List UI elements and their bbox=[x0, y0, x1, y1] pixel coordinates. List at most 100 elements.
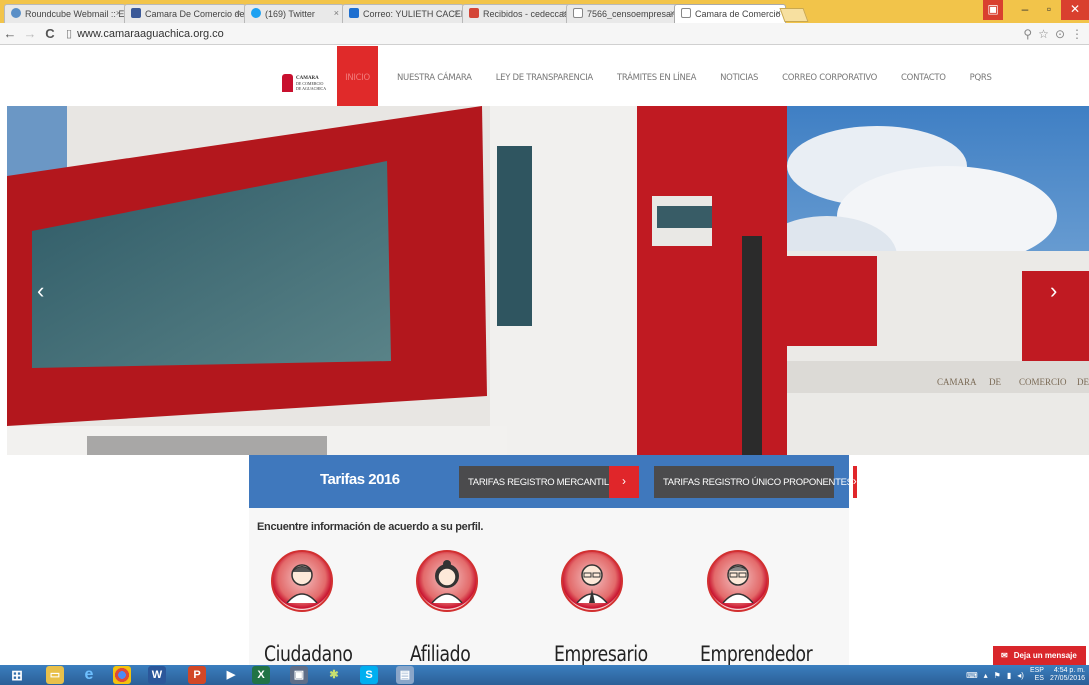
nav-correo-corporativo[interactable]: CORREO CORPORATIVO bbox=[782, 46, 877, 106]
browser-tab[interactable]: 7566_censoempresarialo × bbox=[566, 4, 680, 23]
mail-icon bbox=[349, 8, 359, 18]
windows-taskbar: ⊞ ▭ e W P ▶ X ▣ ✱ S ▤ ⌨ ▴ ⚑ ▮ ◂) ESP ES … bbox=[0, 665, 1089, 685]
hero-carousel: CAMARA DE COMERCIO DE ‹ › bbox=[7, 106, 1089, 455]
hero-sign-text: DE bbox=[1077, 377, 1089, 387]
zoom-icon[interactable]: ⚲ bbox=[1023, 27, 1032, 41]
gmail-icon bbox=[469, 8, 479, 18]
nav-ley-transparencia[interactable]: LEY DE TRANSPARENCIA bbox=[496, 46, 594, 106]
hero-sign-text: DE bbox=[989, 377, 1001, 387]
notepad-icon[interactable]: ▤ bbox=[396, 666, 414, 684]
user-icon[interactable]: ▣ bbox=[983, 0, 1003, 20]
window-controls: ▣ – ▫ ✕ bbox=[983, 0, 1089, 20]
mail-icon: ✉ bbox=[1001, 651, 1008, 660]
word-icon[interactable]: W bbox=[148, 666, 166, 684]
excel-icon[interactable]: X bbox=[252, 666, 270, 684]
bookmark-star-icon[interactable]: ☆ bbox=[1038, 27, 1049, 41]
skype-icon[interactable]: S bbox=[360, 666, 378, 684]
close-tab-icon[interactable]: × bbox=[116, 8, 121, 18]
twitter-icon bbox=[251, 8, 261, 18]
browser-tab[interactable]: Correo: YULIETH CACERE × bbox=[342, 4, 464, 23]
remote-desktop-icon[interactable]: ▣ bbox=[290, 666, 308, 684]
profile-name: Emprendedor bbox=[700, 642, 813, 666]
logo-text: CAMARA DE COMERCIO DE AGUACHICA bbox=[296, 76, 327, 91]
profiles-heading: Encuentre información de acuerdo a su pe… bbox=[257, 521, 484, 533]
powerpoint-icon[interactable]: P bbox=[188, 666, 206, 684]
chevron-right-icon: › bbox=[852, 466, 857, 498]
system-tray: ⌨ ▴ ⚑ ▮ ◂) ESP ES 4:54 p. m. 27/05/2016 bbox=[966, 665, 1089, 685]
carousel-next-arrow[interactable]: › bbox=[1050, 278, 1057, 304]
volume-icon[interactable]: ◂) bbox=[1017, 671, 1024, 680]
clock[interactable]: 4:54 p. m. 27/05/2016 bbox=[1050, 667, 1085, 683]
roundcube-icon bbox=[11, 8, 21, 18]
tarifas-banner: Tarifas 2016 TARIFAS REGISTRO MERCANTIL … bbox=[249, 455, 857, 508]
tarifas-proponentes-button[interactable]: TARIFAS REGISTRO ÚNICO PROPONENTES › bbox=[654, 466, 857, 498]
close-window-button[interactable]: ✕ bbox=[1061, 0, 1089, 20]
flag-icon[interactable]: ⚑ bbox=[994, 671, 1001, 680]
businessman-avatar-icon bbox=[561, 550, 623, 612]
site-logo[interactable]: CAMARA DE COMERCIO DE AGUACHICA bbox=[282, 74, 326, 92]
address-bar[interactable]: ▯ www.camaraaguachica.org.co bbox=[66, 25, 1015, 43]
profile-emprendedor[interactable]: Emprendedor bbox=[700, 550, 847, 666]
close-tab-icon[interactable]: × bbox=[334, 8, 339, 18]
chevron-right-icon: › bbox=[608, 466, 639, 498]
hero-sign-text: COMERCIO bbox=[1019, 377, 1067, 387]
browser-tab[interactable]: Recibidos - cedeccaagua× bbox=[462, 4, 572, 23]
carousel-prev-arrow[interactable]: ‹ bbox=[37, 278, 44, 304]
forward-arrow-icon[interactable]: → bbox=[20, 26, 40, 41]
internet-explorer-icon[interactable]: e bbox=[80, 666, 98, 684]
man-avatar-icon bbox=[271, 550, 333, 612]
tray-arrow-icon[interactable]: ▴ bbox=[984, 671, 988, 680]
browser-tab-strip: Roundcube Webmail :: En × Camara De Comer… bbox=[0, 0, 1089, 23]
nav-tramites-en-linea[interactable]: TRÁMITES EN LÍNEA bbox=[617, 46, 696, 106]
nav-nuestra-camara[interactable]: NUESTRA CÁMARA bbox=[397, 46, 472, 106]
nav-noticias[interactable]: NOTICIAS bbox=[720, 46, 758, 106]
network-tray-icon[interactable]: ▮ bbox=[1007, 671, 1011, 680]
profile-name: Ciudadano bbox=[264, 642, 353, 666]
woman-avatar-icon bbox=[416, 550, 478, 612]
facebook-icon bbox=[131, 8, 141, 18]
chrome-icon[interactable] bbox=[113, 666, 131, 684]
browser-tab-active[interactable]: Camara de Comercio de × bbox=[674, 4, 786, 23]
maximize-button[interactable]: ▫ bbox=[1037, 0, 1061, 20]
browser-toolbar: ← → C ▯ www.camaraaguachica.org.co ⚲ ☆ ⊙… bbox=[0, 23, 1089, 45]
profile-empresario[interactable]: Empresario bbox=[554, 550, 701, 666]
extension-icon[interactable]: ⊙ bbox=[1055, 27, 1065, 41]
network-icon[interactable]: ✱ bbox=[325, 666, 343, 684]
browser-tab[interactable]: (169) Twitter × bbox=[244, 4, 344, 23]
document-icon bbox=[573, 8, 583, 18]
tarifas-title: Tarifas 2016 bbox=[320, 471, 400, 488]
entrepreneur-avatar-icon bbox=[707, 550, 769, 612]
menu-icon[interactable]: ⋮ bbox=[1071, 27, 1083, 41]
profile-afiliado[interactable]: Afiliado bbox=[410, 550, 556, 666]
close-tab-icon[interactable]: × bbox=[236, 8, 241, 18]
nav-inicio[interactable]: INICIO bbox=[337, 46, 378, 106]
media-player-icon[interactable]: ▶ bbox=[222, 666, 240, 684]
main-nav: INICIO NUESTRA CÁMARA LEY DE TRANSPARENC… bbox=[337, 46, 992, 106]
url-text: www.camaraaguachica.org.co bbox=[77, 27, 224, 40]
page-icon: ▯ bbox=[66, 28, 73, 40]
chat-widget-button[interactable]: ✉ Deja un mensaje bbox=[993, 646, 1086, 665]
browser-tab[interactable]: Camara De Comercio de × bbox=[124, 4, 246, 23]
document-icon bbox=[681, 8, 691, 18]
new-tab-button[interactable] bbox=[779, 8, 809, 22]
close-tab-icon[interactable]: × bbox=[454, 8, 459, 18]
keyboard-icon[interactable]: ⌨ bbox=[966, 671, 978, 680]
browser-tab[interactable]: Roundcube Webmail :: En × bbox=[4, 4, 126, 23]
hero-sign-text: CAMARA bbox=[937, 377, 977, 387]
language-indicator[interactable]: ESP ES bbox=[1030, 667, 1044, 683]
windows-start-icon[interactable]: ⊞ bbox=[8, 666, 26, 684]
site-header: CAMARA DE COMERCIO DE AGUACHICA INICIO N… bbox=[0, 46, 1089, 106]
nav-contacto[interactable]: CONTACTO bbox=[901, 46, 946, 106]
tarifas-mercantil-button[interactable]: TARIFAS REGISTRO MERCANTIL › bbox=[459, 466, 639, 498]
profile-name: Empresario bbox=[554, 642, 648, 666]
hero-building-image: CAMARA DE COMERCIO DE bbox=[7, 106, 1089, 455]
nav-pqrs[interactable]: PQRS bbox=[970, 46, 992, 106]
back-arrow-icon[interactable]: ← bbox=[0, 26, 20, 41]
minimize-button[interactable]: – bbox=[1013, 0, 1037, 20]
reload-icon[interactable]: C bbox=[40, 26, 60, 41]
logo-mark bbox=[282, 74, 293, 92]
profile-ciudadano[interactable]: Ciudadano bbox=[264, 550, 411, 666]
profiles-section: Encuentre información de acuerdo a su pe… bbox=[249, 508, 849, 666]
profile-name: Afiliado bbox=[410, 642, 471, 666]
file-explorer-icon[interactable]: ▭ bbox=[46, 666, 64, 684]
